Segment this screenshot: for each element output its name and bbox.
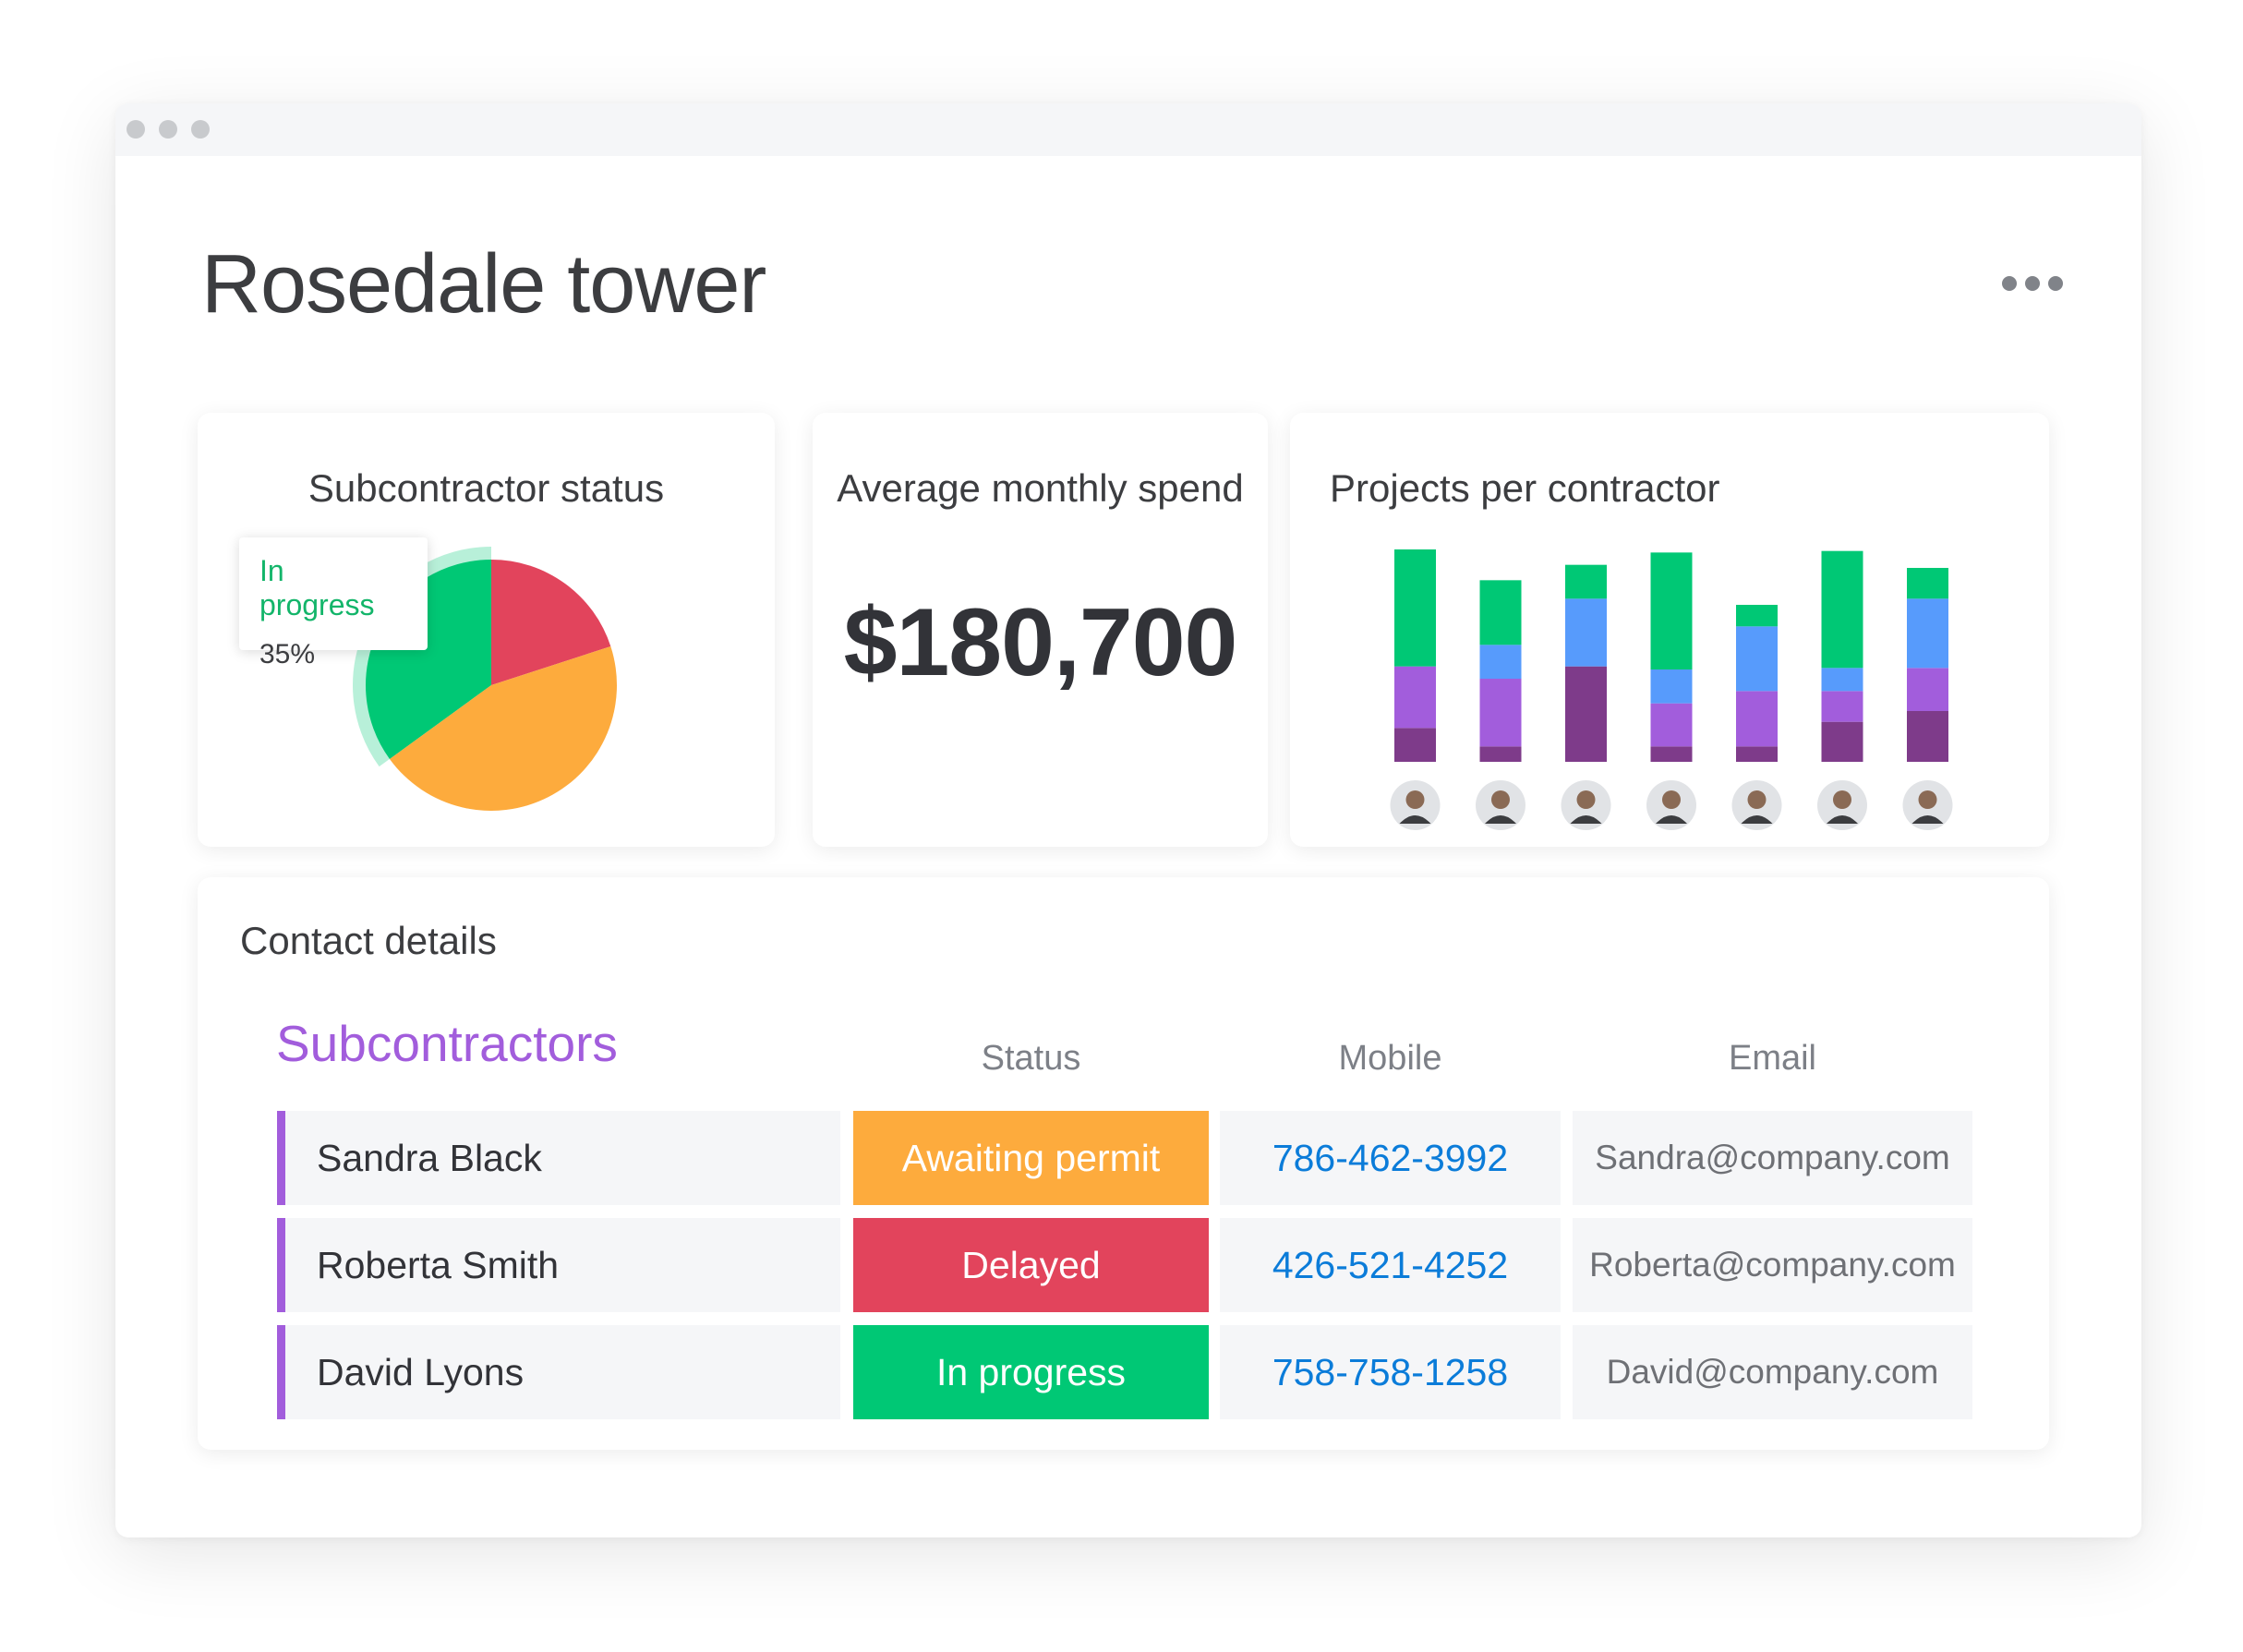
- bar-segment[interactable]: [1907, 598, 1948, 669]
- bar-segment[interactable]: [1821, 550, 1863, 669]
- avatar-icon[interactable]: [1902, 780, 1953, 830]
- projects-per-contractor-widget: Projects per contractor: [1290, 413, 2049, 847]
- email-cell[interactable]: Sandra@company.com: [1573, 1111, 1972, 1205]
- column-header-status[interactable]: Status: [853, 1039, 1209, 1079]
- tooltip-label: In progress: [259, 554, 375, 621]
- bar-segment[interactable]: [1479, 679, 1522, 747]
- mobile-link[interactable]: 426-521-4252: [1220, 1218, 1561, 1312]
- window-titlebar: [115, 103, 2141, 156]
- bar-segment[interactable]: [1650, 703, 1693, 747]
- bar-segment[interactable]: [1650, 669, 1693, 704]
- status-badge[interactable]: Awaiting permit: [853, 1111, 1209, 1205]
- bar-segment[interactable]: [1736, 746, 1778, 762]
- projects-bar-chart: [1390, 549, 1953, 830]
- bar-segment[interactable]: [1736, 605, 1778, 627]
- avatar-icon[interactable]: [1817, 780, 1867, 830]
- bar-segment[interactable]: [1736, 626, 1778, 692]
- mobile-link[interactable]: 758-758-1258: [1220, 1325, 1561, 1419]
- bar-segment[interactable]: [1565, 564, 1607, 599]
- bar-segment[interactable]: [1479, 746, 1522, 762]
- contact-name[interactable]: David Lyons: [277, 1325, 840, 1419]
- pie-tooltip: In progress 35%: [239, 537, 428, 669]
- avatar-icon[interactable]: [1646, 780, 1696, 830]
- bar-segment[interactable]: [1565, 598, 1607, 667]
- email-cell[interactable]: David@company.com: [1573, 1325, 1972, 1419]
- bar-segment[interactable]: [1907, 568, 1948, 599]
- column-header-email[interactable]: Email: [1573, 1039, 1972, 1079]
- more-options-icon[interactable]: [1996, 265, 2068, 302]
- bar-segment[interactable]: [1650, 552, 1693, 669]
- status-badge[interactable]: Delayed: [853, 1218, 1209, 1312]
- bar-segment[interactable]: [1394, 549, 1436, 667]
- avatar-icon[interactable]: [1561, 780, 1611, 830]
- bar-segment[interactable]: [1907, 711, 1948, 762]
- bar-segment[interactable]: [1907, 668, 1948, 711]
- tooltip-value: 35%: [259, 639, 316, 669]
- bar-segment[interactable]: [1821, 668, 1863, 692]
- window-minimize-dot[interactable]: [159, 120, 177, 139]
- window-maximize-dot[interactable]: [191, 120, 210, 139]
- bar-segment[interactable]: [1821, 691, 1863, 722]
- bar-segment[interactable]: [1479, 580, 1522, 645]
- avatar-icon[interactable]: [1731, 780, 1782, 830]
- widget-title: Subcontractor status: [308, 466, 665, 510]
- avatar-icon[interactable]: [1390, 780, 1441, 830]
- window-close-dot[interactable]: [127, 120, 145, 139]
- average-spend-widget: Average monthly spend $180,700: [813, 413, 1268, 847]
- bar-segment[interactable]: [1821, 721, 1863, 762]
- column-header-mobile[interactable]: Mobile: [1220, 1039, 1561, 1079]
- contact-details-widget: Contact details Subcontractors Status Mo…: [198, 877, 2049, 1450]
- bar-segment[interactable]: [1565, 666, 1607, 762]
- avatar-icon[interactable]: [1476, 780, 1525, 830]
- group-title[interactable]: Subcontractors: [276, 1014, 618, 1073]
- widget-title: Contact details: [240, 919, 497, 962]
- bar-segment[interactable]: [1394, 666, 1436, 729]
- app-window: Rosedale tower Subcontractor status In p…: [115, 103, 2141, 1537]
- spend-value: $180,700: [843, 589, 1238, 696]
- mobile-link[interactable]: 786-462-3992: [1220, 1111, 1561, 1205]
- bar-segment[interactable]: [1650, 746, 1693, 762]
- subcontractor-status-widget: Subcontractor status In progress 35%: [198, 413, 775, 847]
- contact-name[interactable]: Sandra Black: [277, 1111, 840, 1205]
- bar-segment[interactable]: [1736, 691, 1778, 747]
- widget-title: Average monthly spend: [837, 466, 1244, 510]
- bar-segment[interactable]: [1394, 728, 1436, 762]
- email-cell[interactable]: Roberta@company.com: [1573, 1218, 1972, 1312]
- page-title: Rosedale tower: [201, 238, 766, 331]
- bar-segment[interactable]: [1479, 645, 1522, 679]
- status-badge[interactable]: In progress: [853, 1325, 1209, 1419]
- contact-name[interactable]: Roberta Smith: [277, 1218, 840, 1312]
